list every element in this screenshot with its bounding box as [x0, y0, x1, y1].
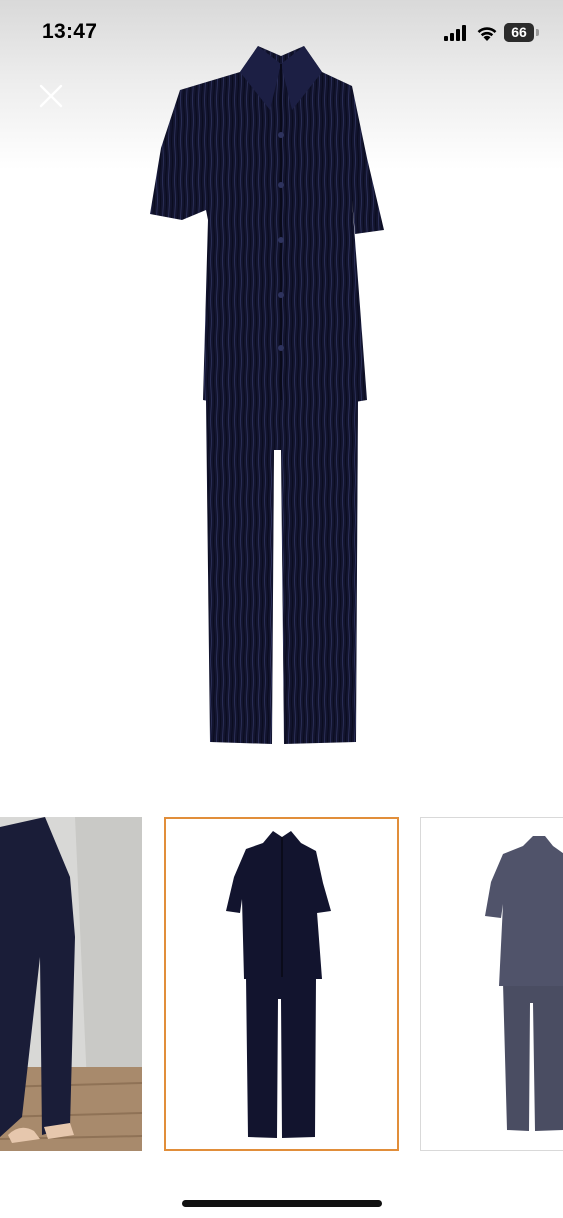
status-time: 13:47	[42, 20, 98, 43]
thumbnail-image-model	[0, 817, 142, 1151]
close-icon	[39, 84, 63, 108]
wifi-icon	[477, 27, 497, 41]
main-product-image[interactable]	[0, 30, 563, 770]
battery-icon: 66	[504, 23, 540, 42]
close-button[interactable]	[34, 79, 68, 113]
thumbnail-image-back	[421, 818, 563, 1150]
thumbnail-back-view[interactable]	[420, 817, 563, 1151]
product-image-viewer: 13:47 66	[0, 0, 563, 1218]
status-bar: 13:47 66	[0, 0, 563, 66]
battery-cap	[536, 29, 539, 36]
cellular-signal-icon	[444, 25, 466, 41]
thumbnail-model-wearing-trousers[interactable]	[0, 817, 142, 1151]
battery-percentage: 66	[511, 24, 527, 40]
thumbnail-front-flat-lay[interactable]	[164, 817, 399, 1151]
thumbnail-strip	[0, 817, 563, 1153]
home-indicator[interactable]	[182, 1200, 382, 1207]
thumbnail-image-front	[166, 819, 397, 1149]
